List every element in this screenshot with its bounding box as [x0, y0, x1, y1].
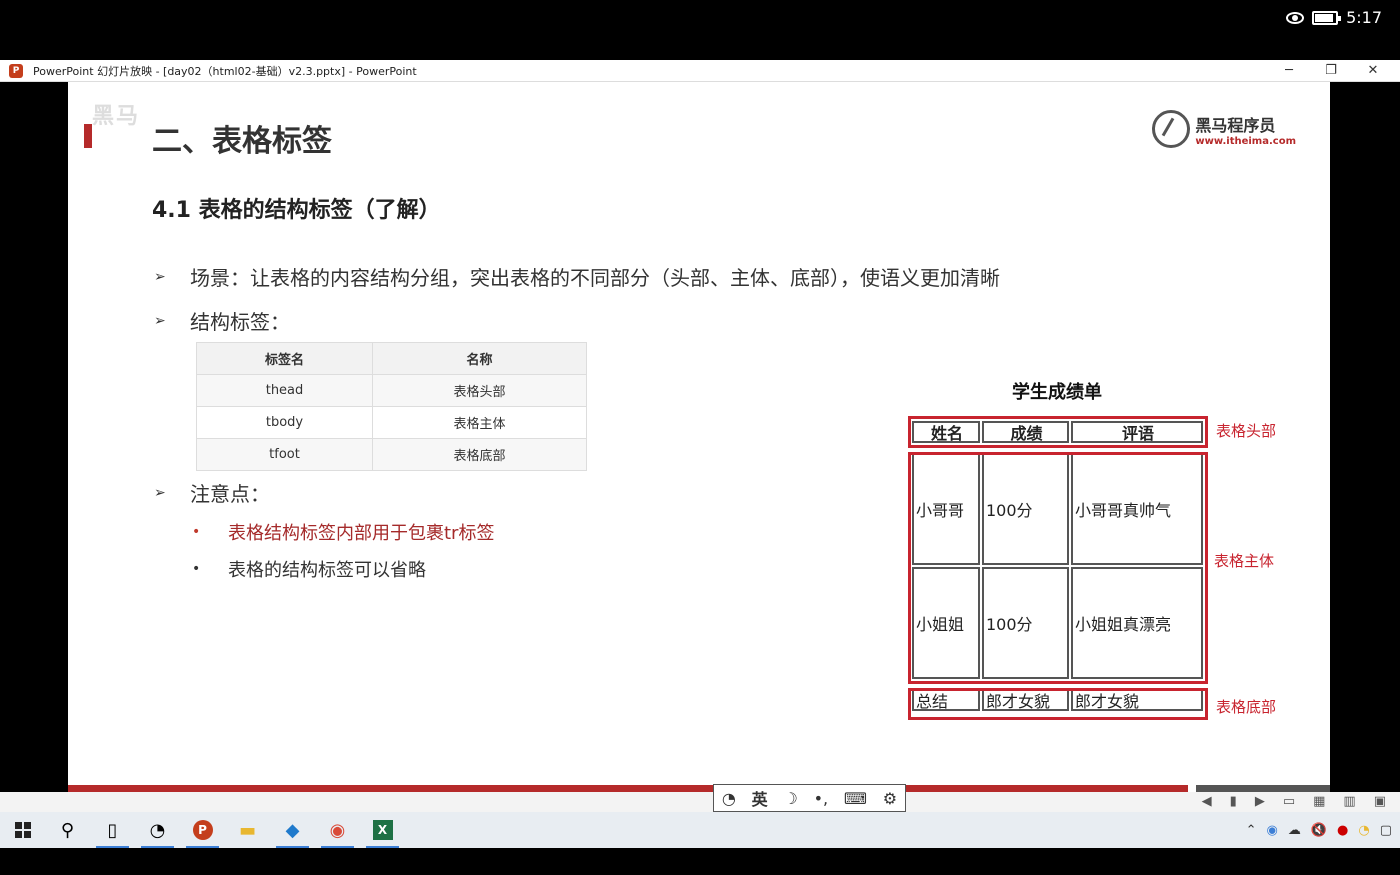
horse-app-icon[interactable]: ◔ [135, 812, 180, 848]
bullet-scene: ➢ 场景：让表格的内容结构分组，突出表格的不同部分（头部、主体、底部），使语义更… [154, 266, 1000, 290]
chrome-icon[interactable]: ◉ [315, 812, 360, 848]
tray-yellow-app-icon[interactable]: ◔ [1358, 823, 1369, 838]
section-subtitle: 4.1 表格的结构标签（了解） [152, 198, 441, 223]
notification-icon[interactable]: ▢ [1380, 823, 1392, 838]
table-cell: 表格主体 [372, 406, 587, 439]
file-icon[interactable]: ▯ [90, 812, 135, 848]
tray-app-icon[interactable]: ◉ [1266, 823, 1277, 838]
slideshow-status-bar [0, 792, 1400, 812]
thead-label: 表格头部 [1216, 422, 1277, 440]
horse-logo-icon [1152, 110, 1191, 148]
slideshow-view-controls: ◀ ▮ ▶ ▭ ▦ ▥ ▣ [1202, 794, 1386, 809]
table-row: tfoot 表格底部 [196, 438, 587, 471]
reading-view-icon[interactable]: ▥ [1343, 794, 1355, 809]
table-header-cell: 名称 [372, 342, 587, 375]
taskbar: ⚲ ▯ ◔ P ▬ ◆ ◉ X ⌃ ◉ ☁ 🔇 ● ◔ ▢ [0, 812, 1400, 848]
vscode-icon[interactable]: ◆ [270, 812, 315, 848]
cloud-icon[interactable]: ☁ [1288, 823, 1301, 838]
watermark: 黑马 [92, 104, 141, 129]
thead-highlight-box [908, 416, 1208, 448]
powerpoint-icon: P [9, 63, 23, 78]
bullet-structure-tags: ➢ 结构标签： [154, 310, 290, 334]
slide-footer-gray-bar [1196, 785, 1330, 792]
brand-logo: 黑马程序员 www.itheima.com [1152, 110, 1296, 148]
status-indicators: 5:17 [1286, 8, 1382, 27]
ime-punctuation-icon[interactable]: •, [814, 789, 829, 808]
table-cell: 表格底部 [372, 438, 587, 471]
table-cell: 表格头部 [372, 374, 587, 407]
sub-bullet-omit: • 表格的结构标签可以省略 [192, 560, 426, 581]
previous-slide-icon[interactable]: ◀ [1202, 794, 1212, 809]
demo-table-caption: 学生成绩单 [1012, 382, 1102, 403]
slide-menu-icon[interactable]: ▮ [1230, 794, 1237, 809]
slide-title: 二、表格标签 [152, 124, 332, 159]
system-tray: ⌃ ◉ ☁ 🔇 ● ◔ ▢ [1246, 812, 1392, 848]
tray-expand-icon[interactable]: ⌃ [1246, 823, 1257, 838]
clock: 5:17 [1346, 8, 1382, 27]
arrow-bullet-icon: ➢ [154, 484, 166, 501]
ime-halfwidth-icon[interactable]: ☽ [783, 789, 797, 808]
battery-icon [1312, 10, 1342, 25]
table-cell: tbody [196, 406, 373, 439]
logo-name: 黑马程序员 [1195, 115, 1276, 135]
dot-bullet-icon: • [192, 561, 201, 577]
window-title: PowerPoint 幻灯片放映 - [day02（html02-基础）v2.3… [33, 64, 417, 78]
search-icon[interactable]: ⚲ [45, 812, 90, 848]
volume-mute-icon[interactable]: 🔇 [1311, 823, 1327, 838]
normal-view-icon[interactable]: ▭ [1283, 794, 1295, 809]
window-title-bar: P PowerPoint 幻灯片放映 - [day02（html02-基础）v2… [0, 60, 1400, 82]
windows-icon [14, 822, 31, 838]
sub-bullet-wrap-tr: • 表格结构标签内部用于包裹tr标签 [192, 523, 495, 544]
table-header-cell: 标签名 [196, 342, 373, 375]
ime-keyboard-icon[interactable]: ⌨ [844, 789, 867, 808]
device-status-bar: 5:17 [0, 0, 1400, 60]
close-button[interactable]: ✕ [1352, 60, 1394, 82]
eye-icon [1286, 11, 1305, 24]
minimize-button[interactable]: ─ [1268, 60, 1310, 82]
excel-icon[interactable]: X [360, 812, 405, 848]
ime-toolbar: ◔ 英 ☽ •, ⌨ ⚙ [713, 784, 906, 812]
screen: 5:17 P PowerPoint 幻灯片放映 - [day02（html02-… [0, 0, 1400, 875]
tfoot-highlight-box [908, 688, 1208, 720]
table-row: thead 表格头部 [196, 374, 587, 407]
tbody-highlight-box [908, 452, 1208, 684]
next-slide-icon[interactable]: ▶ [1255, 794, 1265, 809]
tfoot-label: 表格底部 [1216, 698, 1277, 716]
tray-red-app-icon[interactable]: ● [1337, 823, 1348, 838]
start-button[interactable] [0, 812, 45, 848]
bottom-letterbox [0, 848, 1400, 875]
table-cell: tfoot [196, 438, 373, 471]
slideshow-area: 黑马 二、表格标签 黑马程序员 www.itheima.com 4.1 表格的结… [0, 82, 1400, 792]
tbody-label: 表格主体 [1214, 552, 1275, 570]
table-row: tbody 表格主体 [196, 406, 587, 439]
table-header-row: 标签名 名称 [196, 342, 587, 375]
ime-mode-toggle[interactable]: 英 [752, 786, 768, 810]
table-cell: thead [196, 374, 373, 407]
slide-sorter-icon[interactable]: ▦ [1313, 794, 1325, 809]
logo-url: www.itheima.com [1195, 135, 1296, 147]
arrow-bullet-icon: ➢ [154, 312, 166, 329]
bullet-notes: ➢ 注意点： [154, 482, 270, 506]
slide-footer-bar [68, 785, 1188, 792]
file-explorer-icon[interactable]: ▬ [225, 812, 270, 848]
restore-button[interactable]: ❐ [1310, 60, 1352, 82]
ime-settings-icon[interactable]: ⚙ [883, 789, 897, 808]
powerpoint-taskbar-icon[interactable]: P [180, 812, 225, 848]
dot-bullet-icon: • [192, 524, 201, 540]
window-controls: ─ ❐ ✕ [1268, 60, 1394, 82]
slide[interactable]: 黑马 二、表格标签 黑马程序员 www.itheima.com 4.1 表格的结… [68, 82, 1330, 792]
structure-tags-table: 标签名 名称 thead 表格头部 tbody 表格主体 tfoot 表格底部 [196, 342, 587, 471]
slideshow-view-icon[interactable]: ▣ [1374, 794, 1386, 809]
arrow-bullet-icon: ➢ [154, 268, 166, 285]
ime-logo-icon[interactable]: ◔ [722, 789, 736, 808]
title-accent-bar [84, 124, 92, 148]
